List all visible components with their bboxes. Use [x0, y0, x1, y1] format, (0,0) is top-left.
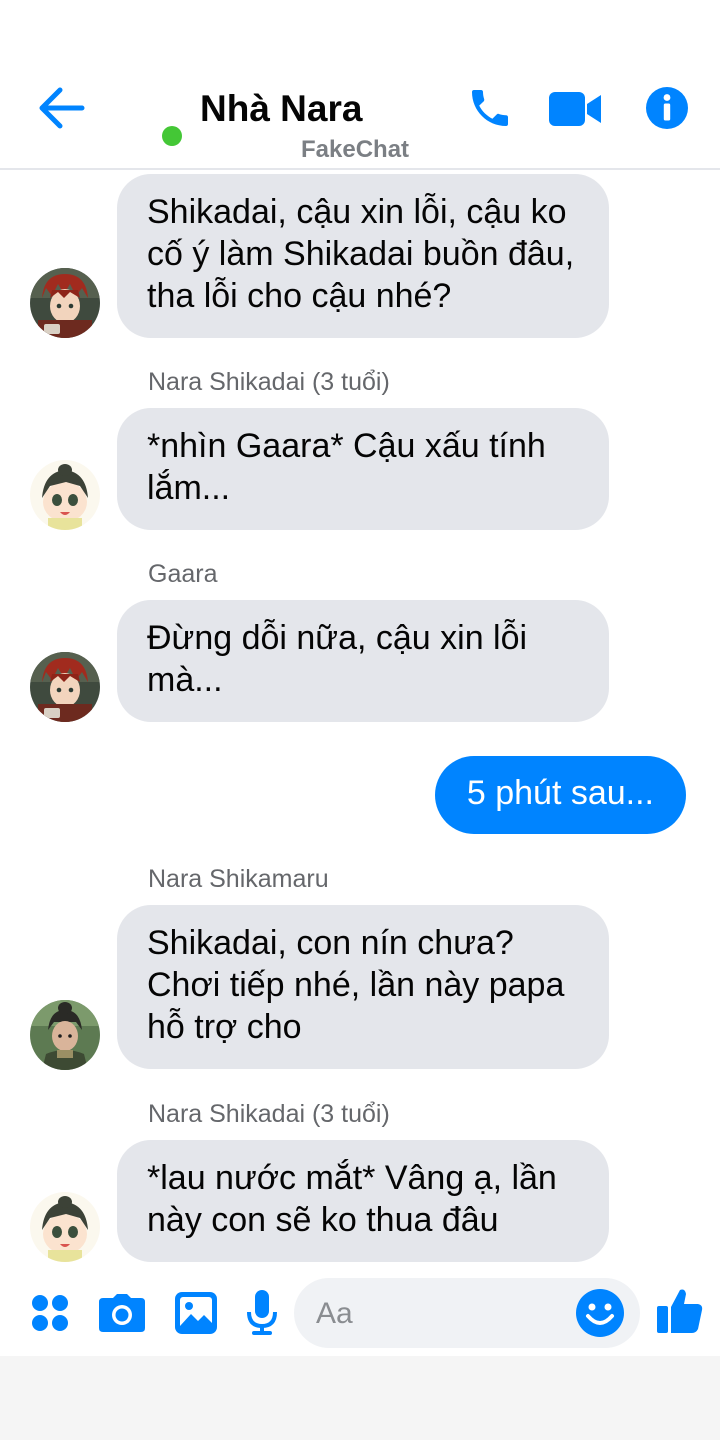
microphone-icon — [247, 1290, 277, 1335]
bottom-blank-area — [0, 1356, 720, 1440]
shikadai-avatar-image — [30, 460, 100, 530]
call-button[interactable] — [466, 84, 514, 137]
message-text: *lau nước mắt* Vâng ạ, lần này con sẽ ko… — [147, 1159, 557, 1239]
message-input-placeholder: Aa — [316, 1297, 353, 1330]
message-text: *nhìn Gaara* Cậu xấu tính lắm... — [147, 427, 546, 507]
message-input[interactable]: Aa — [294, 1278, 640, 1348]
apps-icon — [32, 1295, 68, 1331]
message-bubble[interactable]: *nhìn Gaara* Cậu xấu tính lắm... — [117, 408, 609, 530]
sender-name: Nara Shikamaru — [148, 865, 329, 893]
gaara-avatar-image — [30, 268, 100, 338]
shikadai-avatar-image — [30, 1192, 100, 1262]
avatar-shikadai[interactable] — [30, 1192, 100, 1262]
back-button[interactable] — [38, 86, 86, 130]
avatar-gaara[interactable] — [30, 268, 100, 338]
shikamaru-avatar-image — [30, 1000, 100, 1070]
sender-name: Nara Shikadai (3 tuổi) — [148, 1100, 390, 1128]
voice-button[interactable] — [246, 1290, 278, 1341]
thumbs-up-icon — [657, 1289, 703, 1333]
video-camera-icon — [549, 92, 601, 126]
message-text: Shikadai, cậu xin lỗi, cậu ko cố ý làm S… — [147, 193, 575, 315]
info-button[interactable] — [645, 86, 689, 135]
conversation-subtitle: FakeChat — [301, 136, 410, 163]
message-text: 5 phút sau... — [466, 774, 654, 812]
conversation-title: Nhà Nara — [200, 88, 363, 129]
message-bubble[interactable]: Shikadai, con nín chưa? Chơi tiếp nhé, l… — [117, 905, 609, 1069]
arrow-left-icon — [39, 87, 85, 129]
sender-name: Gaara — [148, 560, 218, 588]
video-call-button[interactable] — [549, 90, 601, 133]
avatar-shikadai[interactable] — [30, 460, 100, 530]
online-status-dot — [162, 126, 182, 146]
message-text: Đừng dỗi nữa, cậu xin lỗi mà... — [147, 619, 528, 699]
outgoing-message-bubble[interactable]: 5 phút sau... — [434, 756, 686, 834]
sender-name: Nara Shikadai (3 tuổi) — [148, 368, 390, 396]
camera-icon — [99, 1294, 145, 1332]
emoji-icon — [576, 1289, 624, 1337]
gaara-avatar-image — [30, 652, 100, 722]
info-icon — [646, 87, 688, 129]
avatar-gaara[interactable] — [30, 652, 100, 722]
like-button[interactable] — [656, 1286, 704, 1339]
avatar-shikamaru[interactable] — [30, 1000, 100, 1070]
apps-button[interactable] — [31, 1294, 69, 1337]
message-bubble[interactable]: *lau nước mắt* Vâng ạ, lần này con sẽ ko… — [117, 1140, 609, 1262]
emoji-button[interactable] — [575, 1288, 625, 1343]
camera-button[interactable] — [99, 1294, 145, 1337]
message-text: Shikadai, con nín chưa? Chơi tiếp nhé, l… — [147, 924, 565, 1046]
message-composer: Aa — [0, 1270, 720, 1356]
message-bubble[interactable]: Shikadai, cậu xin lỗi, cậu ko cố ý làm S… — [117, 174, 609, 338]
conversation-title-area[interactable]: Nhà Nara FakeChat — [160, 86, 440, 166]
phone-icon — [472, 90, 508, 126]
gallery-button[interactable] — [175, 1292, 217, 1339]
message-thread[interactable]: Shikadai, cậu xin lỗi, cậu ko cố ý làm S… — [0, 170, 720, 1270]
message-bubble[interactable]: Đừng dỗi nữa, cậu xin lỗi mà... — [117, 600, 609, 722]
image-icon — [175, 1292, 217, 1334]
chat-header: Nhà Nara FakeChat — [0, 0, 720, 170]
